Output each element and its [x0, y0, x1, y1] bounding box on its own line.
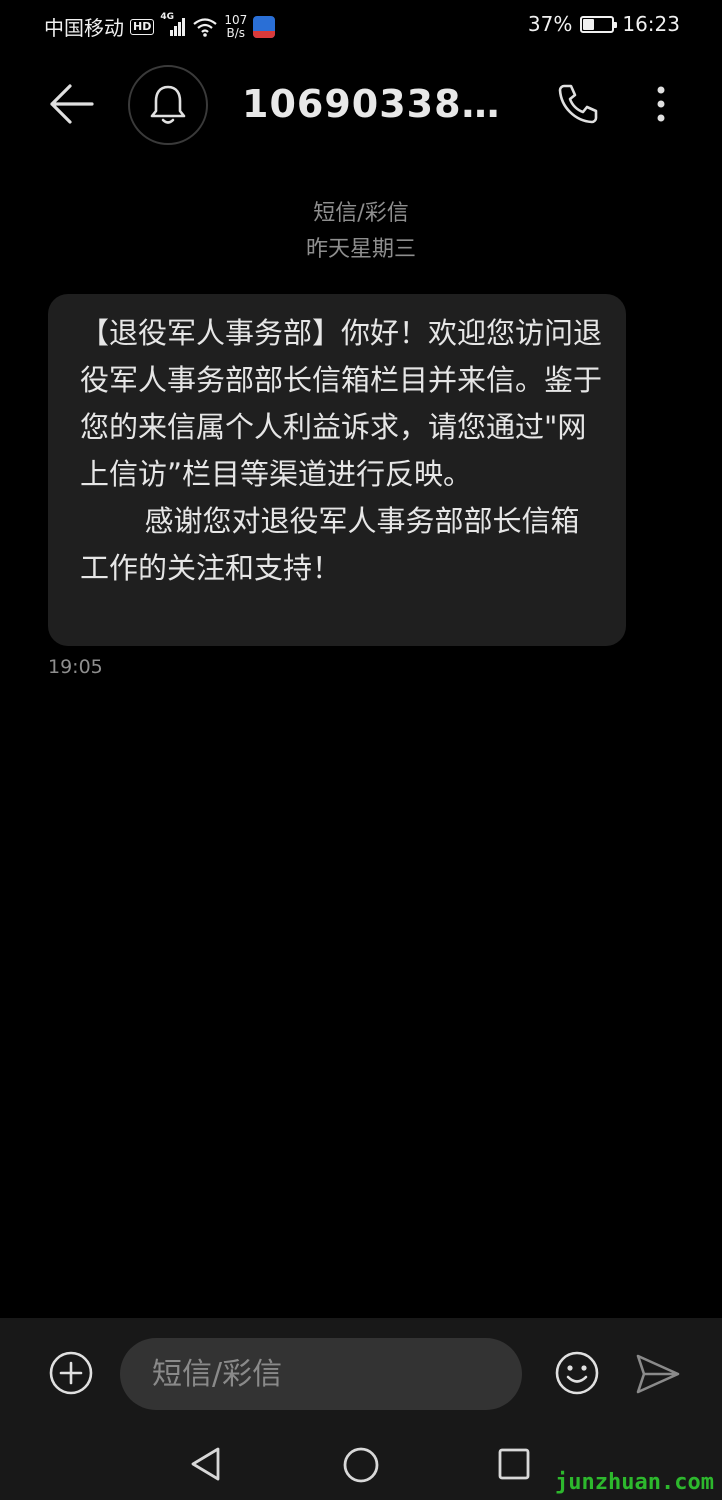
nav-recent-icon — [498, 1448, 530, 1480]
network-type-label: 4G — [160, 11, 174, 22]
emoji-icon — [555, 1351, 599, 1395]
signal-icon: 4G — [160, 12, 186, 38]
nav-back-button[interactable] — [188, 1446, 224, 1482]
more-vertical-icon — [657, 86, 665, 122]
arrow-left-icon — [50, 84, 94, 124]
message-input[interactable] — [120, 1338, 522, 1410]
channel-label: 短信/彩信 — [313, 201, 409, 226]
nav-recent-button[interactable] — [497, 1447, 531, 1481]
net-speed-value: 107 — [224, 12, 248, 27]
app-notification-icon — [253, 15, 276, 38]
add-attachment-button[interactable] — [48, 1350, 94, 1396]
bell-icon — [150, 85, 186, 124]
carrier-label: 中国移动 — [44, 16, 124, 40]
status-bar: 中国移动 HD 4G 107 B/s 37% 16:23 — [0, 0, 722, 50]
call-button[interactable] — [554, 80, 602, 128]
conversation-meta: 短信/彩信 昨天星期三 — [0, 196, 722, 268]
status-right: 37% 16:23 — [528, 12, 680, 36]
message-bubble[interactable]: 【退役军人事务部】你好！欢迎您访问退役军人事务部部长信箱栏目并来信。鉴于您的来信… — [48, 294, 626, 646]
conversation-header: 1069033823... — [0, 60, 722, 150]
more-options-button[interactable] — [646, 82, 676, 130]
status-left: 中国移动 HD 4G 107 B/s — [44, 12, 276, 41]
message-text: 【退役军人事务部】你好！欢迎您访问退役军人事务部部长信箱栏目并来信。鉴于您的来信… — [80, 316, 603, 585]
battery-percent: 37% — [527, 12, 573, 36]
nav-home-icon — [343, 1447, 379, 1483]
net-speed-unit: B/s — [226, 25, 246, 40]
net-speed: 107 B/s — [224, 12, 248, 40]
plus-circle-icon — [49, 1351, 93, 1395]
battery-fill — [583, 18, 595, 30]
wifi-icon — [192, 17, 218, 37]
date-label: 昨天星期三 — [305, 237, 416, 262]
message-time: 19:05 — [48, 656, 103, 678]
battery-icon — [580, 15, 618, 33]
nav-back-icon — [191, 1447, 220, 1481]
contact-name[interactable]: 1069033823... — [242, 82, 502, 126]
composer — [0, 1318, 722, 1422]
contact-avatar[interactable] — [128, 65, 208, 145]
nav-home-button[interactable] — [342, 1446, 380, 1484]
phone-icon — [558, 84, 598, 124]
clock: 16:23 — [622, 12, 680, 36]
watermark: junzhuan.com — [555, 1470, 714, 1495]
back-button[interactable] — [46, 80, 98, 128]
send-icon — [636, 1354, 680, 1394]
hd-badge: HD — [130, 18, 155, 35]
emoji-button[interactable] — [554, 1350, 600, 1396]
send-button[interactable] — [634, 1352, 682, 1396]
